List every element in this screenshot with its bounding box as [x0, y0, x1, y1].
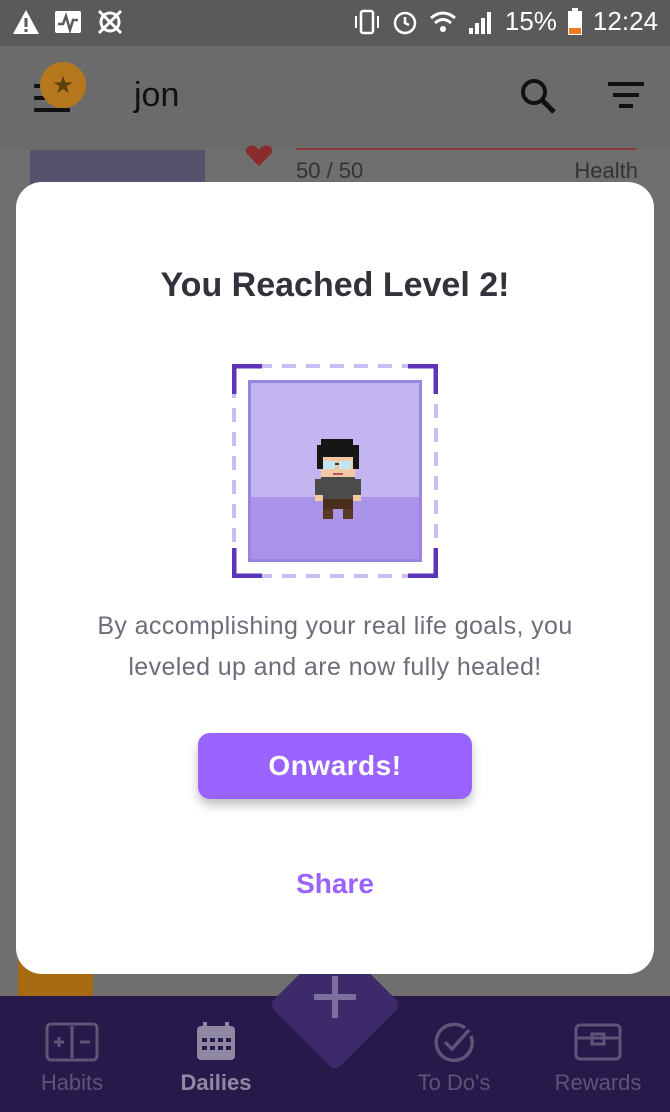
- treasure-chest-icon: [574, 1023, 622, 1061]
- nav-todos[interactable]: To Do's: [394, 1022, 514, 1096]
- calendar-icon: [197, 1022, 235, 1060]
- habits-icon: [45, 1022, 99, 1062]
- nav-habits[interactable]: Habits: [12, 1022, 132, 1096]
- activity-icon: [55, 11, 81, 35]
- app-title: jon: [134, 76, 180, 114]
- signal-icon: [468, 11, 491, 34]
- character-avatar: [315, 439, 361, 519]
- blocked-app-icon: [97, 9, 123, 35]
- avatar-frame: [232, 364, 438, 578]
- alarm-icon: [393, 11, 417, 34]
- filter-icon[interactable]: [606, 82, 646, 112]
- nav-rewards-label: Rewards: [554, 1070, 642, 1095]
- nav-rewards[interactable]: Rewards: [538, 1022, 658, 1096]
- plus-icon: [314, 976, 356, 1018]
- battery-percent: 15%: [504, 6, 557, 36]
- health-bar: [296, 148, 636, 150]
- search-icon[interactable]: [518, 76, 558, 116]
- dialog-title: You Reached Level 2!: [160, 266, 510, 304]
- avatar-stage: [248, 380, 422, 562]
- battery-icon: [567, 7, 582, 35]
- nav-todos-label: To Do's: [417, 1070, 491, 1095]
- share-button[interactable]: Share: [16, 868, 654, 900]
- nav-dailies-label: Dailies: [180, 1070, 252, 1095]
- onwards-button[interactable]: Onwards!: [198, 733, 472, 799]
- health-label: Health: [574, 158, 638, 183]
- level-up-dialog: You Reached Level 2! By accomplishing yo…: [16, 182, 654, 974]
- heart-icon: [245, 145, 273, 166]
- vibrate-icon: [354, 9, 379, 34]
- nav-habits-label: Habits: [40, 1070, 104, 1095]
- health-value: 50 / 50: [296, 158, 364, 183]
- check-circle-icon: [434, 1022, 474, 1062]
- app-bar: ★ jon: [0, 46, 670, 150]
- clock: 12:24: [592, 6, 658, 36]
- wifi-icon: [429, 11, 456, 32]
- star-badge-icon[interactable]: ★: [40, 62, 86, 108]
- warning-icon: [13, 10, 39, 34]
- status-bar: 15% 12:24: [0, 0, 670, 46]
- dialog-description: By accomplishing your real life goals, y…: [97, 612, 573, 681]
- nav-dailies[interactable]: Dailies: [156, 1022, 276, 1096]
